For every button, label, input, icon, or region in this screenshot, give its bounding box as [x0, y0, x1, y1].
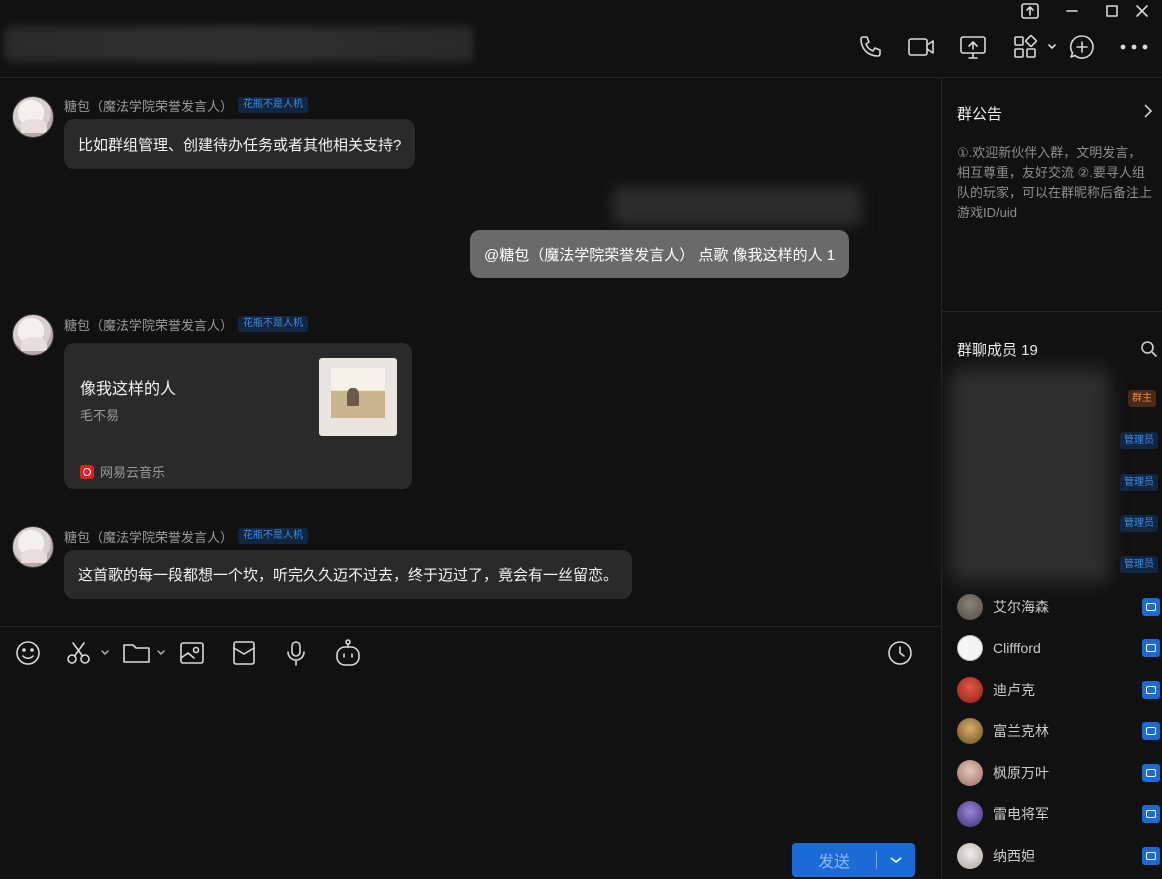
- avatar[interactable]: [12, 526, 54, 568]
- blurred-self-avatar: [612, 186, 862, 226]
- sender-name: 糖包（魔法学院荣誉发言人）: [64, 99, 234, 114]
- emoji-icon[interactable]: [12, 637, 44, 669]
- red-packet-icon[interactable]: [228, 637, 260, 669]
- member-tag-badge: 花瓶不是人机: [238, 528, 308, 544]
- bot-icon: [1142, 722, 1160, 740]
- member-item[interactable]: 富兰克林: [957, 717, 1162, 745]
- send-button-group: 发送: [792, 843, 915, 877]
- bot-icon: [1142, 764, 1160, 782]
- bot-icon: [1142, 598, 1160, 616]
- member-avatar: [957, 677, 983, 703]
- admin-role-badge: 管理员: [1120, 515, 1158, 532]
- send-options-chevron-icon[interactable]: [877, 843, 915, 877]
- member-name: 纳西妲: [993, 848, 1035, 864]
- group-info-panel: 群公告 ①.欢迎新伙伴入群，文明发言，相互尊重，友好交流 ②.要寻人组队的玩家，…: [941, 78, 1162, 879]
- blurred-group-title: [4, 26, 474, 62]
- member-avatar: [957, 635, 983, 661]
- image-icon[interactable]: [176, 637, 208, 669]
- history-clock-icon[interactable]: [884, 637, 916, 669]
- message-composer[interactable]: 发送: [0, 626, 941, 879]
- screenshot-scissors-icon[interactable]: [64, 637, 112, 669]
- member-avatar: [957, 718, 983, 744]
- microphone-icon[interactable]: [280, 637, 312, 669]
- music-share-card[interactable]: 像我这样的人 毛不易 网易云音乐: [64, 343, 412, 489]
- bot-icon: [1142, 847, 1160, 865]
- chevron-right-icon[interactable]: [1142, 103, 1154, 124]
- apps-icon[interactable]: [1010, 30, 1060, 64]
- voice-call-icon[interactable]: [853, 30, 887, 64]
- music-source-label: 网易云音乐: [100, 465, 166, 480]
- members-title: 群聊成员 19: [957, 342, 1038, 359]
- blurred-member-list: [950, 368, 1110, 583]
- member-item[interactable]: 迪卢克: [957, 676, 1162, 704]
- netease-music-icon: [80, 464, 94, 479]
- member-item[interactable]: 枫原万叶: [957, 759, 1162, 787]
- member-avatar: [957, 594, 983, 620]
- admin-role-badge: 管理员: [1120, 432, 1158, 449]
- message-bubble[interactable]: 这首歌的每一段都想一个坎，听完久久迈不过去，终于迈过了，竟会有一丝留恋。: [64, 550, 633, 599]
- song-artist: 毛不易: [80, 408, 120, 423]
- admin-role-badge: 管理员: [1120, 556, 1158, 573]
- self-message-bubble[interactable]: @糖包（魔法学院荣誉发言人） 点歌 像我这样的人 1: [470, 230, 850, 278]
- member-search-icon[interactable]: [1140, 340, 1158, 363]
- group-notice-title[interactable]: 群公告: [957, 103, 1002, 124]
- more-options-icon[interactable]: [1117, 30, 1151, 64]
- message-list[interactable]: 糖包（魔法学院荣誉发言人） 花瓶不是人机 比如群组管理、创建待办任务或者其他相关…: [0, 78, 941, 626]
- add-chat-icon[interactable]: [1065, 30, 1099, 64]
- music-source: 网易云音乐: [80, 462, 165, 481]
- owner-role-badge: 群主: [1128, 390, 1156, 407]
- member-name: 艾尔海森: [993, 599, 1049, 615]
- member-avatar: [957, 801, 983, 827]
- member-tag-badge: 花瓶不是人机: [238, 97, 308, 113]
- song-title: 像我这样的人: [80, 381, 177, 398]
- member-name: 迪卢克: [993, 682, 1035, 698]
- member-item[interactable]: 雷电将军: [957, 800, 1162, 828]
- send-button[interactable]: 发送: [792, 843, 876, 877]
- member-item[interactable]: 纳西妲: [957, 842, 1162, 870]
- member-avatar: [957, 843, 983, 869]
- member-name: 枫原万叶: [993, 765, 1049, 781]
- member-name: 富兰克林: [993, 723, 1049, 739]
- message-bubble[interactable]: 比如群组管理、创建待办任务或者其他相关支持?: [64, 119, 416, 169]
- bot-icon: [1142, 639, 1160, 657]
- member-name: 雷电将军: [993, 806, 1049, 822]
- title-bar: [0, 0, 1162, 78]
- admin-role-badge: 管理员: [1120, 474, 1158, 491]
- minimize-icon[interactable]: [1052, 0, 1092, 22]
- member-item[interactable]: Cliffford: [957, 634, 1162, 662]
- divider: [942, 311, 1162, 312]
- robot-icon[interactable]: [332, 637, 364, 669]
- sender-name: 糖包（魔法学院荣誉发言人）: [64, 530, 234, 545]
- bot-icon: [1142, 805, 1160, 823]
- group-notice-text: ①.欢迎新伙伴入群，文明发言，相互尊重，友好交流 ②.要寻人组队的玩家，可以在群…: [957, 145, 1153, 220]
- avatar[interactable]: [12, 96, 54, 138]
- bot-icon: [1142, 681, 1160, 699]
- pin-window-icon[interactable]: [1010, 0, 1050, 22]
- member-item[interactable]: 艾尔海森: [957, 593, 1162, 621]
- video-call-icon[interactable]: [904, 30, 938, 64]
- sender-name: 糖包（魔法学院荣誉发言人）: [64, 318, 234, 333]
- member-tag-badge: 花瓶不是人机: [238, 316, 308, 332]
- avatar[interactable]: [12, 314, 54, 356]
- screen-share-icon[interactable]: [956, 30, 990, 64]
- member-name: Cliffford: [993, 640, 1041, 656]
- folder-icon[interactable]: [120, 637, 168, 669]
- close-icon[interactable]: [1122, 0, 1162, 22]
- album-cover: [319, 358, 397, 436]
- member-avatar: [957, 760, 983, 786]
